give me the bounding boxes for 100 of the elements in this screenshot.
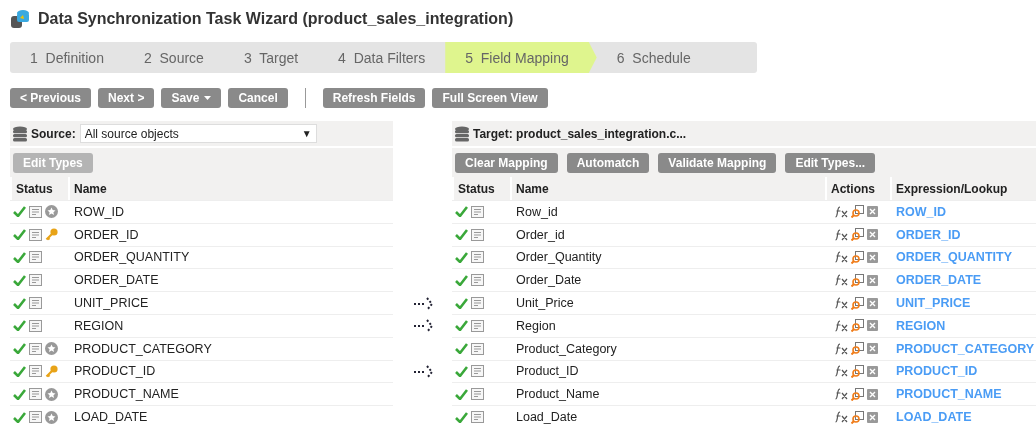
function-icon[interactable] (835, 274, 848, 287)
function-icon[interactable] (835, 319, 848, 332)
database-icon (455, 125, 469, 142)
field-name: ORDER_QUANTITY (73, 250, 191, 265)
mapping-arrow-icon (412, 319, 433, 334)
expression-link[interactable]: UNIT_PRICE (890, 296, 1036, 311)
field-name: Order_Quantity (515, 250, 603, 265)
mapping-arrow-icon (412, 296, 433, 311)
wizard-step[interactable]: 6 Schedule (596, 42, 711, 73)
mapping-button[interactable]: Automatch (566, 152, 650, 173)
source-dropdown[interactable]: All source objects ▼ (79, 124, 317, 143)
toolbar-button[interactable]: Refresh Fields (322, 88, 426, 108)
lookup-icon[interactable] (851, 342, 864, 356)
toolbar-button[interactable]: Next > (98, 88, 155, 108)
check-icon (455, 274, 468, 286)
expression-link[interactable]: PRODUCT_NAME (890, 387, 1036, 402)
lookup-icon[interactable] (851, 296, 864, 310)
mapping-button[interactable]: Validate Mapping (658, 152, 777, 173)
window-title: Data Synchronization Task Wizard (product_sales_integration) (38, 10, 514, 28)
document-icon (471, 342, 484, 355)
document-icon (471, 228, 484, 241)
field-name: ROW_ID (73, 204, 125, 219)
lookup-icon[interactable] (851, 364, 864, 378)
expression-link[interactable]: ROW_ID (890, 204, 1036, 219)
wizard-step[interactable]: 5 Field Mapping (445, 42, 597, 73)
lookup-icon[interactable] (851, 205, 864, 219)
toolbar-button[interactable]: Full Screen View (432, 88, 548, 108)
function-icon[interactable] (835, 297, 848, 310)
clear-icon[interactable] (867, 274, 878, 286)
wizard-step[interactable]: 1 Definition (10, 42, 124, 73)
function-icon[interactable] (835, 251, 848, 264)
lookup-icon[interactable] (851, 273, 864, 287)
field-name: REGION (73, 318, 125, 333)
clear-icon[interactable] (867, 343, 878, 355)
check-icon (455, 297, 468, 309)
wizard-step[interactable]: 4 Data Filters (318, 42, 446, 73)
expression-link[interactable]: ORDER_ID (890, 227, 1036, 242)
clear-icon[interactable] (867, 297, 878, 309)
document-icon (471, 274, 484, 287)
wizard-step[interactable]: 3 Target (223, 42, 319, 73)
expression-link[interactable]: PRODUCT_ID (890, 364, 1036, 379)
target-label: Target: product_sales_integration.c... (473, 126, 687, 141)
lookup-icon[interactable] (851, 410, 864, 424)
document-icon (471, 297, 484, 310)
lookup-icon[interactable] (851, 251, 864, 264)
function-icon[interactable] (835, 365, 848, 378)
document-icon (29, 297, 42, 310)
document-icon (471, 205, 484, 218)
expression-link[interactable]: LOAD_DATE (890, 410, 1036, 425)
lookup-icon[interactable] (851, 228, 864, 242)
function-icon[interactable] (835, 388, 848, 401)
clear-icon[interactable] (867, 320, 878, 332)
database-sync-icon (10, 9, 30, 29)
check-icon (13, 274, 26, 286)
document-icon (29, 228, 42, 241)
check-icon (13, 388, 26, 400)
toolbar-button[interactable]: < Previous (10, 88, 92, 108)
document-icon (29, 365, 42, 378)
lookup-icon[interactable] (851, 319, 864, 333)
clear-icon[interactable] (867, 229, 878, 241)
check-icon (455, 411, 468, 423)
expression-link[interactable]: ORDER_QUANTITY (890, 250, 1036, 265)
mapping-button[interactable]: Clear Mapping (455, 152, 558, 173)
field-name: Order_Date (515, 273, 583, 288)
field-name: PRODUCT_NAME (73, 387, 180, 402)
key-icon (45, 364, 58, 378)
mapping-button[interactable]: Edit Types... (785, 152, 876, 173)
check-icon (13, 343, 26, 355)
document-icon (471, 388, 484, 401)
clear-icon[interactable] (867, 365, 878, 377)
check-icon (455, 388, 468, 400)
lookup-icon[interactable] (851, 387, 864, 401)
key-icon (45, 228, 58, 242)
clear-icon[interactable] (867, 411, 878, 423)
check-icon (455, 365, 468, 377)
field-name: Order_id (515, 227, 566, 242)
cancel-button[interactable]: Cancel (228, 88, 288, 108)
clear-icon[interactable] (867, 252, 878, 263)
document-icon (471, 365, 484, 378)
document-icon (471, 319, 484, 332)
check-icon (13, 252, 26, 263)
clear-icon[interactable] (867, 388, 878, 400)
function-icon[interactable] (835, 228, 848, 241)
document-icon (29, 342, 42, 355)
expression-link[interactable]: REGION (890, 318, 1036, 333)
expression-link[interactable]: PRODUCT_CATEGORY (890, 341, 1036, 356)
function-icon[interactable] (835, 205, 848, 218)
check-icon (13, 320, 26, 332)
expression-link[interactable]: ORDER_DATE (890, 273, 1036, 288)
field-name: Product_Category (515, 341, 618, 356)
function-icon[interactable] (835, 342, 848, 355)
clear-icon[interactable] (867, 206, 878, 218)
document-icon (29, 388, 42, 401)
function-icon[interactable] (835, 411, 848, 424)
toolbar-button[interactable]: Save (161, 88, 222, 108)
document-icon (29, 205, 42, 218)
check-icon (13, 297, 26, 309)
document-icon (29, 319, 42, 332)
document-icon (471, 251, 484, 264)
wizard-step[interactable]: 2 Source (123, 42, 224, 73)
